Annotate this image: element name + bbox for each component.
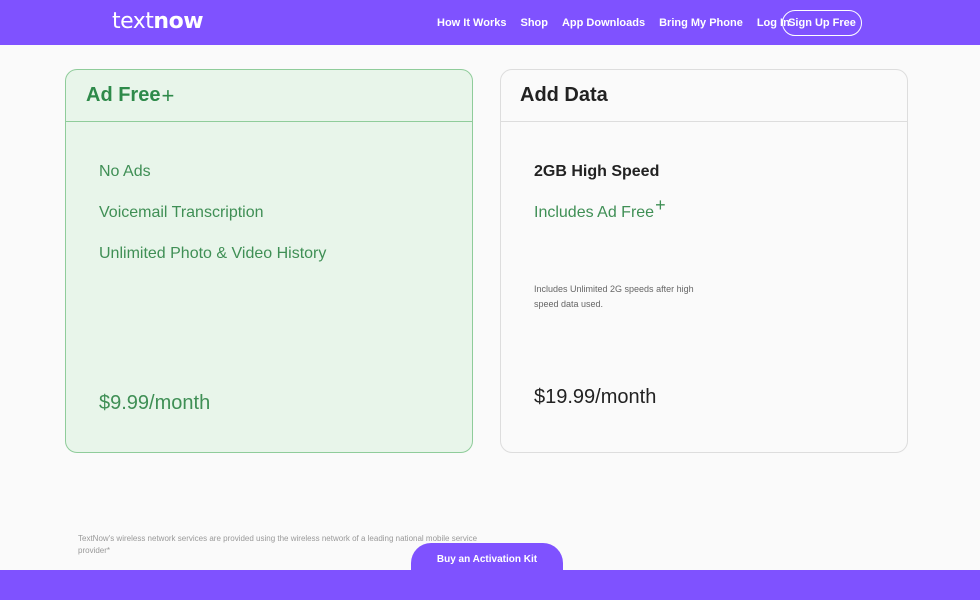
feature-unlimited-history: Unlimited Photo & Video History — [99, 245, 327, 262]
logo-text-light: text — [112, 9, 154, 34]
feature-voicemail-transcription: Voicemail Transcription — [99, 204, 264, 221]
logo-text-bold: now — [153, 9, 204, 34]
top-navigation-bar: textnow How It Works Shop App Downloads … — [0, 0, 980, 45]
main-nav: How It Works Shop App Downloads Bring My… — [437, 0, 804, 45]
ad-free-plan-card[interactable]: Ad Free + No Ads Voicemail Transcription … — [65, 69, 473, 453]
nav-shop[interactable]: Shop — [520, 17, 548, 29]
includes-ad-free-label: Includes Ad Free+ — [534, 196, 666, 222]
add-data-card-header: Add Data — [501, 70, 907, 122]
ad-free-card-header: Ad Free + — [66, 70, 472, 122]
ad-free-title: Ad Free — [86, 84, 161, 106]
data-plan-subtitle: 2GB High Speed — [534, 163, 660, 180]
data-fine-print: Includes Unlimited 2G speeds after high … — [534, 284, 694, 309]
add-data-plan-card[interactable]: Add Data 2GB High Speed Includes Ad Free… — [500, 69, 908, 453]
nav-how-it-works[interactable]: How It Works — [437, 17, 506, 29]
sign-up-free-button[interactable]: Sign Up Free — [782, 10, 862, 36]
nav-bring-my-phone[interactable]: Bring My Phone — [659, 17, 743, 29]
nav-app-downloads[interactable]: App Downloads — [562, 17, 645, 29]
ad-free-price: $9.99/month — [99, 392, 211, 414]
buy-activation-kit-button[interactable]: Buy an Activation Kit — [411, 543, 563, 583]
feature-no-ads: No Ads — [99, 163, 151, 180]
plus-icon: + — [655, 194, 666, 215]
add-data-price: $19.99/month — [534, 386, 657, 408]
includes-ad-free-text: Includes Ad Free — [534, 204, 655, 221]
textnow-logo[interactable]: textnow — [112, 9, 204, 34]
add-data-title: Add Data — [520, 84, 608, 106]
